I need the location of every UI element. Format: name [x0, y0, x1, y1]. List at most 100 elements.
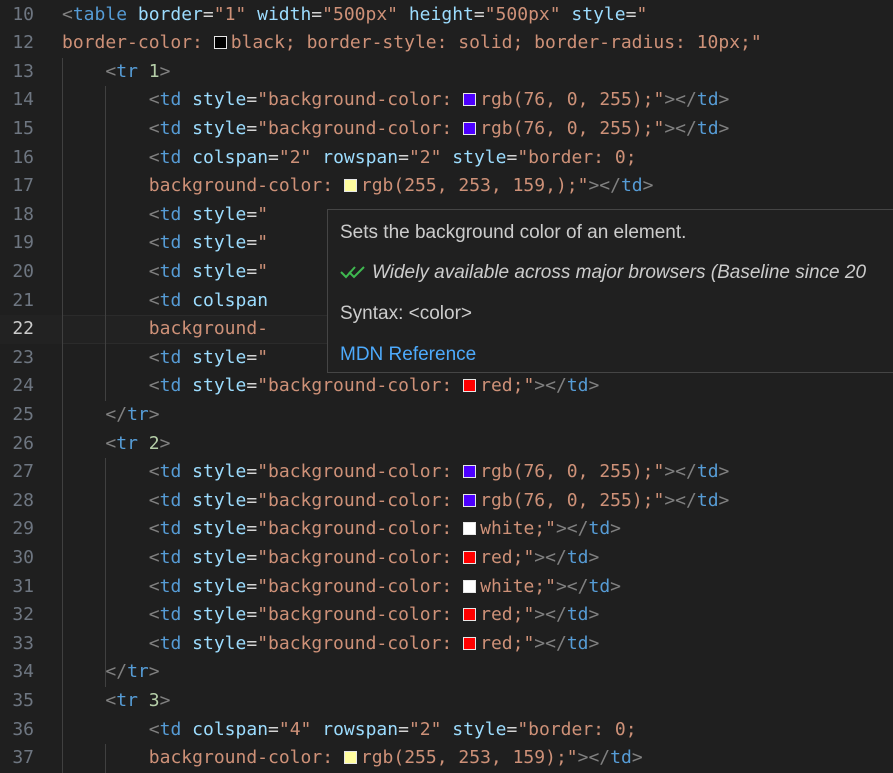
code-line[interactable]: 36 <td colspan="4" rowspan="2" style="bor…: [0, 716, 893, 745]
code-text: </tr>: [105, 401, 159, 430]
code-token: td: [159, 260, 182, 282]
code-token: rgb(76, 0, 255);": [480, 117, 665, 139]
code-token: "4": [278, 718, 312, 740]
code-token: style: [192, 461, 247, 483]
line-number: 17: [12, 175, 34, 197]
code-token: =: [506, 718, 518, 740]
color-swatch[interactable]: [463, 608, 477, 622]
code-token: style: [192, 632, 247, 654]
code-token: <: [148, 260, 160, 282]
code-line[interactable]: 37 background-color: rgb(255, 253, 159);"…: [0, 744, 893, 773]
code-line[interactable]: 25 </tr>: [0, 401, 893, 430]
code-token: td: [159, 289, 182, 311]
code-text: <td style="background-color: white;"></t…: [149, 573, 621, 602]
code-token: "background-color:: [257, 117, 464, 139]
code-token: >: [159, 689, 171, 711]
code-line[interactable]: 13 <tr 1>: [0, 58, 893, 87]
color-swatch[interactable]: [463, 550, 477, 564]
code-line[interactable]: 29 <td style="background-color: white;"><…: [0, 515, 893, 544]
code-line[interactable]: 12 border-color: black; border-style: sol…: [0, 29, 893, 58]
code-text: border-color: black; border-style: solid…: [62, 29, 762, 58]
code-line[interactable]: 17 background-color: rgb(255, 253, 159,);…: [0, 172, 893, 201]
code-token: "background-color:: [257, 546, 464, 568]
code-token: tr: [116, 432, 138, 454]
code-token: td: [588, 518, 611, 540]
code-token: =: [246, 117, 258, 139]
code-line[interactable]: 32 <td style="background-color: red;"></t…: [0, 601, 893, 630]
code-line[interactable]: 34 </tr>: [0, 658, 893, 687]
code-line[interactable]: 24 <td style="background-color: red;"></t…: [0, 372, 893, 401]
code-line[interactable]: 16 <td colspan="2" rowspan="2" style="bor…: [0, 144, 893, 173]
code-line[interactable]: 28 <td style="background-color: rgb(76, 0…: [0, 487, 893, 516]
code-token: >: [718, 89, 730, 111]
mdn-reference-link[interactable]: MDN Reference: [340, 344, 476, 366]
code-line[interactable]: 14 <td style="background-color: rgb(76, 0…: [0, 86, 893, 115]
code-editor[interactable]: 10 <table border="1" width="500px" height…: [0, 0, 893, 773]
code-text: <td style="background-color: red;"></td>: [149, 544, 600, 573]
code-token: style: [192, 604, 247, 626]
code-line[interactable]: 33 <td style="background-color: red;"></t…: [0, 630, 893, 659]
code-token: >: [148, 661, 160, 683]
line-number: 20: [12, 260, 34, 282]
color-swatch[interactable]: [213, 36, 227, 50]
line-number: 29: [12, 518, 34, 540]
code-token: <: [148, 718, 160, 740]
code-token: "border: 0;: [517, 718, 637, 740]
code-token: td: [566, 375, 589, 397]
line-number: 12: [12, 32, 34, 54]
code-token: rowspan: [322, 146, 399, 168]
code-text: <td style="background-color: rgb(76, 0, …: [149, 487, 730, 516]
code-token: <: [148, 604, 160, 626]
color-swatch[interactable]: [463, 522, 477, 536]
code-token: >: [642, 175, 654, 197]
code-text: </tr>: [105, 658, 159, 687]
code-token: width: [257, 3, 312, 25]
color-swatch[interactable]: [463, 579, 477, 593]
color-swatch[interactable]: [463, 493, 477, 507]
code-token: >: [148, 403, 160, 425]
code-token: td: [159, 718, 182, 740]
color-swatch[interactable]: [463, 379, 477, 393]
code-token: </: [105, 661, 128, 683]
code-line[interactable]: 26 <tr 2>: [0, 430, 893, 459]
code-token: td: [696, 489, 719, 511]
code-text: <td style="background-color: red;"></td>: [149, 630, 600, 659]
code-line[interactable]: 30 <td style="background-color: red;"></t…: [0, 544, 893, 573]
color-swatch[interactable]: [463, 636, 477, 650]
code-token: td: [159, 203, 182, 225]
code-line[interactable]: 10 <table border="1" width="500px" height…: [0, 1, 893, 30]
color-swatch[interactable]: [343, 751, 357, 765]
color-swatch[interactable]: [463, 121, 477, 135]
line-number: 33: [12, 632, 34, 654]
code-token: colspan: [192, 289, 269, 311]
code-token: style: [192, 518, 247, 540]
code-line[interactable]: 15 <td style="background-color: rgb(76, 0…: [0, 115, 893, 144]
code-token: tr: [127, 661, 149, 683]
code-token: style: [192, 546, 247, 568]
line-number: 22: [12, 318, 34, 340]
code-line[interactable]: 35 <tr 3>: [0, 687, 893, 716]
color-swatch[interactable]: [463, 93, 477, 107]
line-number: 30: [12, 546, 34, 568]
code-token: tr: [116, 689, 138, 711]
color-swatch[interactable]: [463, 465, 477, 479]
code-text: <tr 2>: [105, 430, 170, 459]
code-token: ></: [664, 489, 697, 511]
code-token: tr: [127, 403, 149, 425]
code-line[interactable]: 27 <td style="background-color: rgb(76, 0…: [0, 458, 893, 487]
code-token: =: [246, 461, 258, 483]
code-token: "background-color:: [257, 575, 464, 597]
code-text: <td style=": [149, 229, 268, 258]
code-text: background-: [149, 315, 268, 344]
code-token: =: [246, 346, 258, 368]
code-line[interactable]: 31 <td style="background-color: white;"><…: [0, 573, 893, 602]
color-swatch[interactable]: [343, 179, 357, 193]
code-token: td: [696, 461, 719, 483]
